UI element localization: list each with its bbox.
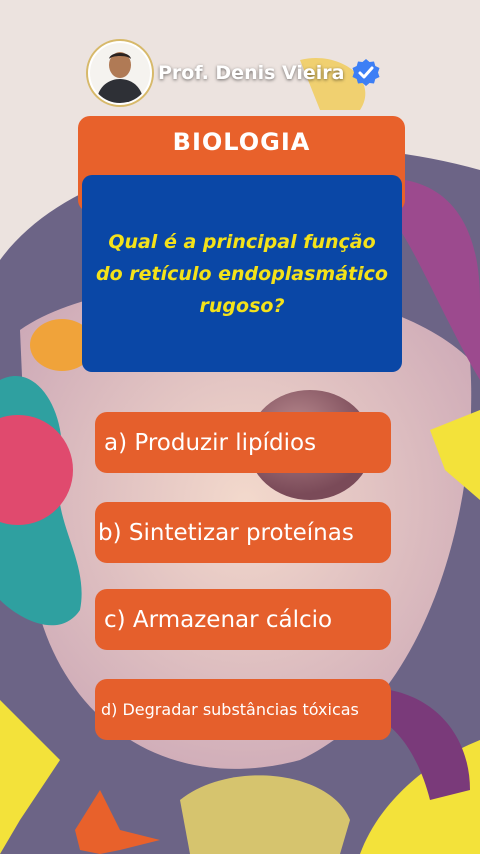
question-card: Qual é a principal função do retículo en… [82,175,402,372]
verified-check-icon [352,59,380,86]
option-c-label: c) Armazenar cálcio [104,606,333,633]
question-text: Qual é a principal função do retículo en… [96,230,388,317]
avatar-photo [90,43,150,103]
option-b-button[interactable]: b) Sintetizar proteínas [95,502,391,563]
creator-name[interactable]: Prof. Denis Vieira [158,62,345,84]
subject-title: BIOLOGIA [172,128,311,156]
option-a-label: a) Produzir lipídios [104,429,317,456]
option-c-button[interactable]: c) Armazenar cálcio [95,589,391,650]
avatar[interactable] [88,41,152,105]
option-b-label: b) Sintetizar proteínas [98,519,354,546]
option-d-label: d) Degradar substâncias tóxicas [101,699,359,719]
option-a-button[interactable]: a) Produzir lipídios [95,412,391,473]
option-d-button[interactable]: d) Degradar substâncias tóxicas [95,679,391,740]
creator-header: Prof. Denis Vieira [88,41,381,105]
